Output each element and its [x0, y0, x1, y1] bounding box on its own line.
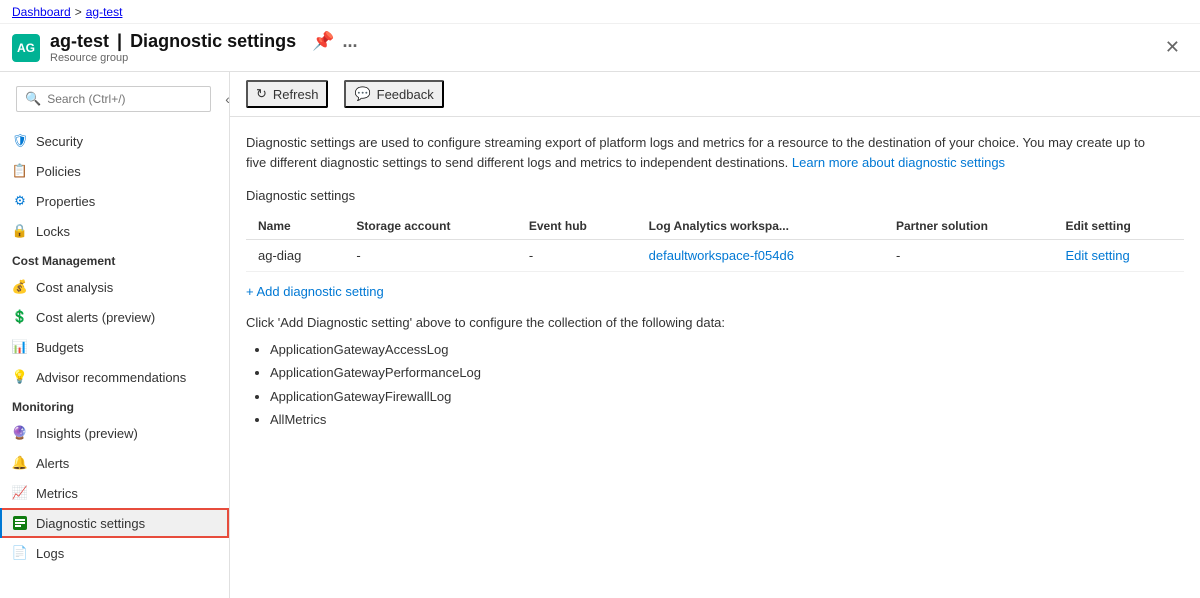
col-header-name: Name	[246, 213, 344, 240]
budgets-icon: 📊	[12, 339, 28, 355]
row-edit: Edit setting	[1053, 240, 1184, 272]
main-content: ↻ Refresh 💬 Feedback Diagnostic settings…	[230, 72, 1200, 598]
sidebar-item-label: Locks	[36, 224, 70, 239]
locks-icon: 🔒	[12, 223, 28, 239]
policies-icon: 📋	[12, 163, 28, 179]
breadcrumb-resource[interactable]: ag-test	[86, 5, 123, 19]
app-icon: AG	[12, 34, 40, 62]
collect-info-text: Click 'Add Diagnostic setting' above to …	[246, 315, 1184, 330]
feedback-icon: 💬	[354, 86, 370, 102]
toolbar: ↻ Refresh 💬 Feedback	[230, 72, 1200, 117]
feedback-button[interactable]: 💬 Feedback	[344, 80, 443, 108]
data-items-list: ApplicationGatewayAccessLog ApplicationG…	[246, 338, 1184, 432]
refresh-button[interactable]: ↻ Refresh	[246, 80, 328, 108]
breadcrumb: Dashboard > ag-test	[0, 0, 1200, 24]
top-bar: AG ag-test | Diagnostic settings 📌 ... R…	[0, 24, 1200, 72]
table-row: ag-diag - - defaultworkspace-f054d6 - Ed…	[246, 240, 1184, 272]
sidebar-item-alerts[interactable]: 🔔 Alerts	[0, 448, 229, 478]
insights-icon: 🔮	[12, 425, 28, 441]
col-header-eventhub: Event hub	[517, 213, 637, 240]
edit-setting-link[interactable]: Edit setting	[1065, 248, 1129, 263]
cost-management-section: Cost Management	[0, 246, 229, 272]
add-diagnostic-setting-button[interactable]: + Add diagnostic setting	[246, 284, 384, 299]
advisor-icon: 💡	[12, 369, 28, 385]
col-header-storage: Storage account	[344, 213, 516, 240]
sidebar-item-cost-analysis[interactable]: 💰 Cost analysis	[0, 272, 229, 302]
metrics-icon: 📈	[12, 485, 28, 501]
col-header-loganalytics: Log Analytics workspa...	[637, 213, 884, 240]
resource-name: ag-test	[50, 31, 109, 52]
refresh-label: Refresh	[273, 87, 319, 102]
title-icons[interactable]: 📌 ...	[312, 31, 357, 52]
row-storage: -	[344, 240, 516, 272]
more-icon[interactable]: ...	[343, 31, 358, 52]
sidebar-item-label: Alerts	[36, 456, 69, 471]
sidebar-item-label: Cost alerts (preview)	[36, 310, 155, 325]
close-button[interactable]: ✕	[1157, 33, 1188, 62]
sidebar-item-label: Security	[36, 134, 83, 149]
sidebar-item-label: Logs	[36, 546, 64, 561]
row-eventhub: -	[517, 240, 637, 272]
row-partner: -	[884, 240, 1053, 272]
sidebar-item-label: Advisor recommendations	[36, 370, 186, 385]
sidebar-item-metrics[interactable]: 📈 Metrics	[0, 478, 229, 508]
resource-type: Resource group	[50, 52, 1157, 64]
collapse-button[interactable]: «	[223, 89, 230, 109]
list-item: ApplicationGatewayPerformanceLog	[270, 361, 1184, 384]
logs-icon: 📄	[12, 545, 28, 561]
sidebar-item-security[interactable]: 🛡 Security	[0, 126, 229, 156]
cost-analysis-icon: 💰	[12, 279, 28, 295]
sidebar: 🔍 « 🛡 Security 📋 Policies ⚙ Properties 🔒…	[0, 72, 230, 598]
cost-alerts-icon: 💲	[12, 309, 28, 325]
refresh-icon: ↻	[256, 86, 267, 102]
log-analytics-link[interactable]: defaultworkspace-f054d6	[649, 248, 794, 263]
list-item: ApplicationGatewayAccessLog	[270, 338, 1184, 361]
diagnostic-settings-icon	[12, 515, 28, 531]
title-section: ag-test | Diagnostic settings 📌 ... Reso…	[50, 31, 1157, 64]
page-title-text: Diagnostic settings	[130, 31, 296, 52]
sidebar-item-label: Diagnostic settings	[36, 516, 145, 531]
section-title: Diagnostic settings	[246, 188, 1184, 203]
search-icon: 🔍	[25, 91, 41, 107]
learn-more-link[interactable]: Learn more about diagnostic settings	[792, 155, 1005, 170]
sidebar-item-label: Budgets	[36, 340, 84, 355]
sidebar-item-cost-alerts[interactable]: 💲 Cost alerts (preview)	[0, 302, 229, 332]
row-name: ag-diag	[246, 240, 344, 272]
list-item: ApplicationGatewayFirewallLog	[270, 385, 1184, 408]
sidebar-item-label: Metrics	[36, 486, 78, 501]
breadcrumb-separator: >	[75, 5, 82, 19]
content-body: Diagnostic settings are used to configur…	[230, 117, 1200, 598]
breadcrumb-dashboard[interactable]: Dashboard	[12, 5, 71, 19]
sidebar-item-properties[interactable]: ⚙ Properties	[0, 186, 229, 216]
sidebar-item-label: Cost analysis	[36, 280, 113, 295]
row-loganalytics: defaultworkspace-f054d6	[637, 240, 884, 272]
list-item: AllMetrics	[270, 408, 1184, 431]
pin-icon[interactable]: 📌	[312, 31, 334, 52]
sidebar-item-diagnostic-settings[interactable]: Diagnostic settings	[0, 508, 229, 538]
sidebar-item-insights[interactable]: 🔮 Insights (preview)	[0, 418, 229, 448]
sidebar-item-logs[interactable]: 📄 Logs	[0, 538, 229, 568]
col-header-edit: Edit setting	[1053, 213, 1184, 240]
title-separator: |	[117, 31, 122, 52]
properties-icon: ⚙	[12, 193, 28, 209]
sidebar-item-advisor[interactable]: 💡 Advisor recommendations	[0, 362, 229, 392]
sidebar-item-locks[interactable]: 🔒 Locks	[0, 216, 229, 246]
search-input[interactable]	[47, 92, 202, 106]
diagnostic-table: Name Storage account Event hub Log Analy…	[246, 213, 1184, 272]
sidebar-item-budgets[interactable]: 📊 Budgets	[0, 332, 229, 362]
page-title: ag-test | Diagnostic settings 📌 ...	[50, 31, 1157, 52]
monitoring-section: Monitoring	[0, 392, 229, 418]
sidebar-item-label: Properties	[36, 194, 95, 209]
alerts-icon: 🔔	[12, 455, 28, 471]
search-box[interactable]: 🔍	[16, 86, 211, 112]
description-text: Diagnostic settings are used to configur…	[246, 133, 1146, 172]
feedback-label: Feedback	[377, 87, 434, 102]
sidebar-item-label: Insights (preview)	[36, 426, 138, 441]
sidebar-item-policies[interactable]: 📋 Policies	[0, 156, 229, 186]
shield-icon: 🛡	[12, 133, 28, 149]
sidebar-item-label: Policies	[36, 164, 81, 179]
col-header-partner: Partner solution	[884, 213, 1053, 240]
